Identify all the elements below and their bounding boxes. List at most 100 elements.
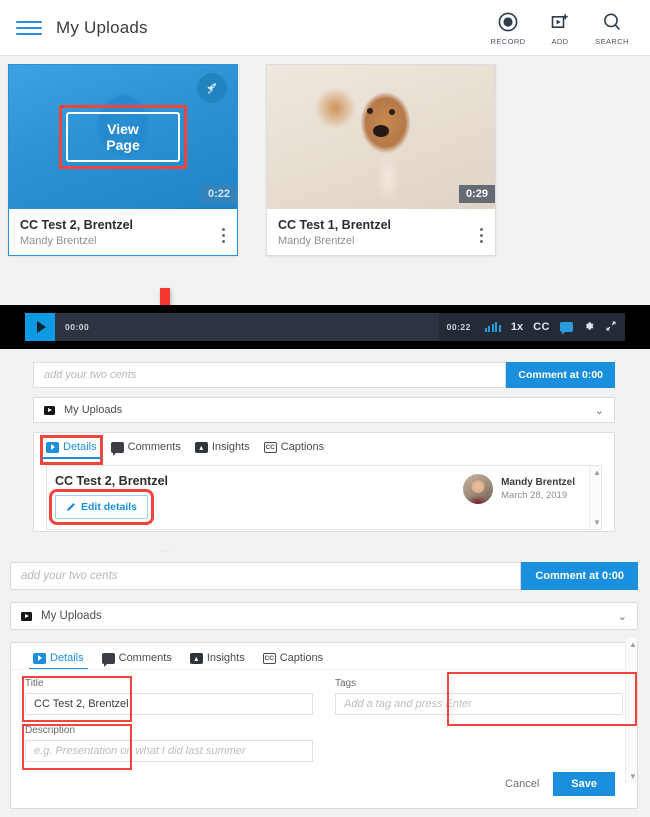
volume-bars-icon[interactable] (484, 322, 501, 332)
video-library-icon (44, 405, 55, 415)
insights-icon: ▴ (194, 441, 208, 453)
video-card-owner: Mandy Brentzel (278, 235, 355, 247)
play-button[interactable] (25, 313, 55, 341)
video-card-title: CC Test 2, Brentzel (20, 218, 133, 232)
scroll-down-icon[interactable]: ▼ (629, 772, 637, 781)
edit-form-row: Title Description Tags (11, 670, 637, 762)
cancel-button[interactable]: Cancel (505, 778, 539, 790)
tab-insights[interactable]: ▴ Insights (194, 441, 250, 459)
tags-field-group: Tags (335, 678, 623, 715)
player-current-time: 00:00 (65, 322, 90, 332)
fullscreen-icon[interactable] (605, 320, 617, 335)
tab-comments[interactable]: Comments (101, 652, 172, 670)
video-player: 00:00 00:22 1x CC (0, 305, 650, 349)
player-total-time: 00:22 (446, 322, 471, 332)
tags-label: Tags (335, 678, 357, 689)
hamburger-bar (16, 20, 42, 23)
details-icon (33, 652, 46, 664)
appbar-actions: RECORD ADD SEARCH (482, 10, 638, 46)
title-label: Title (25, 678, 44, 689)
playback-speed-button[interactable]: 1x (511, 321, 523, 333)
gear-icon[interactable] (583, 320, 595, 335)
save-button[interactable]: Save (553, 772, 615, 796)
captions-icon: CC (262, 652, 276, 664)
edit-details-button[interactable]: Edit details (48, 489, 155, 525)
screenshot-root: My Uploads RECORD ADD SEARCH View Page 0… (0, 0, 650, 817)
channel-dropdown[interactable]: My Uploads ⌄ (33, 397, 615, 423)
tab-insights-label: Insights (211, 441, 250, 453)
comment-input[interactable] (33, 362, 507, 388)
detail-owner-name: Mandy Brentzel (501, 477, 575, 488)
tab-comments[interactable]: Comments (110, 441, 181, 459)
chevron-down-icon: ⌄ (594, 404, 604, 417)
edit-tab-card: Details Comments ▴ Insights CC Captions (10, 638, 638, 809)
add-video-icon (550, 10, 570, 34)
record-label: RECORD (490, 36, 526, 46)
scroll-up-icon[interactable]: ▲ (629, 640, 637, 649)
pencil-icon (67, 503, 75, 511)
description-label: Description (25, 725, 76, 736)
video-thumbnail[interactable]: 0:29 (267, 65, 495, 209)
hamburger-icon[interactable] (16, 17, 42, 39)
hamburger-bar (16, 32, 42, 35)
title-field-group: Title (25, 678, 313, 715)
tab-insights[interactable]: ▴ Insights (189, 652, 245, 670)
detail-scrollbar[interactable]: ▲ ▼ (589, 466, 601, 529)
detail-tab-card: Details Comments ▴ Insights CC Captions … (33, 432, 615, 532)
video-card-title: CC Test 1, Brentzel (278, 218, 391, 232)
video-card[interactable]: 0:29 CC Test 1, Brentzel Mandy Brentzel (266, 64, 496, 256)
tab-comments-label: Comments (127, 441, 181, 453)
rocket-icon[interactable] (197, 73, 227, 103)
record-button[interactable]: RECORD (482, 10, 534, 46)
view-page-button[interactable]: View Page (66, 112, 180, 162)
insights-icon: ▴ (189, 652, 203, 664)
comment-bubble-icon[interactable] (560, 322, 573, 335)
video-card-footer: CC Test 2, Brentzel Mandy Brentzel (9, 209, 237, 255)
comment-submit-button[interactable]: Comment at 0:00 (506, 362, 615, 388)
bottom-edit-panel: Comment at 0:00 My Uploads ⌄ Details Com… (0, 552, 650, 817)
video-card-grid: View Page 0:22 CC Test 2, Brentzel Mandy… (0, 64, 496, 256)
add-label: ADD (551, 36, 569, 46)
channel-label: My Uploads (41, 610, 102, 622)
video-thumbnail[interactable]: View Page 0:22 (9, 65, 237, 209)
add-button[interactable]: ADD (534, 10, 586, 46)
captions-icon: CC (263, 441, 277, 453)
video-duration: 0:22 (200, 185, 237, 203)
kebab-menu-icon[interactable] (222, 225, 225, 246)
search-icon (602, 10, 622, 34)
video-card-footer: CC Test 1, Brentzel Mandy Brentzel (267, 209, 495, 255)
tab-captions[interactable]: CC Captions (262, 652, 323, 670)
tab-details-label: Details (50, 652, 84, 664)
details-icon (46, 441, 59, 453)
captions-toggle-button[interactable]: CC (533, 321, 550, 333)
comment-submit-button[interactable]: Comment at 0:00 (521, 562, 638, 590)
scroll-up-icon[interactable]: ▲ (593, 468, 601, 477)
tab-details-label: Details (63, 441, 97, 453)
description-field-group: Description (25, 725, 313, 762)
scroll-down-icon[interactable]: ▼ (593, 518, 601, 527)
comment-bar: Comment at 0:00 (10, 562, 638, 590)
tab-details[interactable]: Details (29, 652, 88, 670)
tags-input[interactable] (335, 693, 623, 715)
edit-scrollbar[interactable]: ▲ ▼ (625, 638, 637, 783)
avatar (463, 474, 494, 504)
comment-input[interactable] (10, 562, 522, 590)
search-button[interactable]: SEARCH (586, 10, 638, 46)
edit-details-label: Edit details (81, 501, 138, 513)
channel-label: My Uploads (64, 404, 123, 416)
player-control-bar: 00:00 00:22 1x CC (25, 313, 625, 341)
kebab-menu-icon[interactable] (480, 225, 483, 246)
edit-form: Title Description Tags (11, 638, 637, 806)
player-right-controls: 00:22 1x CC (438, 313, 625, 341)
video-duration: 0:29 (458, 185, 495, 203)
tab-details[interactable]: Details (40, 435, 103, 465)
app-bar: My Uploads RECORD ADD SEARCH (0, 0, 650, 56)
detail-tabs: Details Comments ▴ Insights CC Captions (34, 433, 614, 465)
tab-captions[interactable]: CC Captions (263, 441, 324, 459)
video-card[interactable]: View Page 0:22 CC Test 2, Brentzel Mandy… (8, 64, 238, 256)
description-input[interactable] (25, 740, 313, 762)
comments-icon (101, 652, 115, 667)
detail-owner-date: March 28, 2019 (501, 490, 568, 501)
channel-dropdown[interactable]: My Uploads ⌄ (10, 602, 638, 630)
title-input[interactable] (25, 693, 313, 715)
